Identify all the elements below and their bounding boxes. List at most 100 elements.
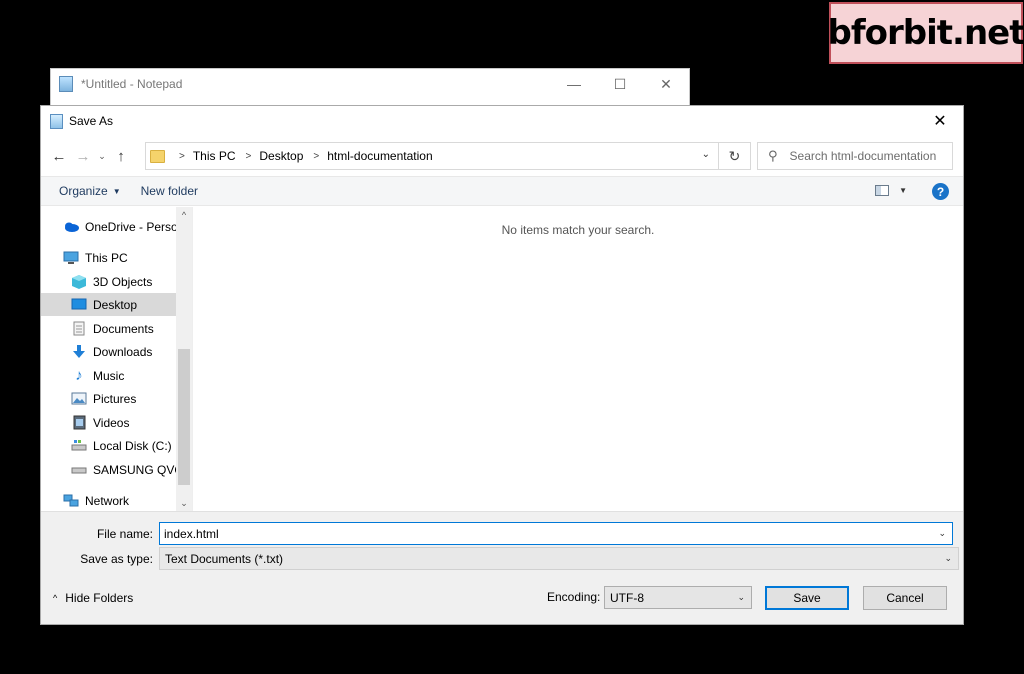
- dialog-titlebar: Save As ✕: [41, 106, 963, 136]
- savetype-row: Save as type: Text Documents (*.txt) ⌄: [41, 547, 959, 570]
- empty-message: No items match your search.: [501, 223, 655, 237]
- notepad-maximize-button[interactable]: ☐: [597, 69, 643, 99]
- sidebar-item-label: This PC: [85, 250, 128, 265]
- file-fields: File name: ⌄ Save as type: Text Document…: [41, 511, 963, 571]
- back-button[interactable]: ←: [47, 144, 71, 168]
- chevron-right-icon[interactable]: >: [313, 151, 319, 162]
- filename-label: File name:: [96, 526, 153, 541]
- breadcrumb: > This PC > Desktop > html-documentation: [173, 149, 433, 163]
- sidebar-item-label: Music: [93, 368, 125, 383]
- filename-input[interactable]: [160, 526, 920, 541]
- sidebar-item-label: Downloads: [93, 344, 153, 359]
- notepad-minimize-button[interactable]: —: [551, 69, 597, 99]
- savetype-label: Save as type:: [80, 551, 153, 566]
- sidebar-item-local-disk[interactable]: Local Disk (C:): [41, 434, 177, 457]
- help-icon[interactable]: ?: [932, 183, 949, 200]
- breadcrumb-html-documentation[interactable]: html-documentation: [327, 149, 432, 163]
- search-icon: ⚲: [768, 148, 778, 163]
- search-input[interactable]: [789, 149, 940, 163]
- organize-button[interactable]: Organize ▼: [49, 184, 131, 198]
- sidebar-item-label: Desktop: [93, 297, 138, 312]
- sidebar-item-label: Videos: [93, 415, 130, 430]
- save-as-icon: [50, 113, 63, 129]
- refresh-button[interactable]: ↻: [718, 143, 750, 169]
- encoding-value: UTF-8: [610, 590, 644, 605]
- sidebar-item-documents[interactable]: Documents: [41, 317, 177, 340]
- sidebar-item-music[interactable]: ♪ Music: [41, 364, 177, 387]
- network-icon: [63, 494, 79, 508]
- sidebar-item-label: Pictures: [93, 391, 137, 406]
- save-as-dialog: Save As ✕ ← → ⌄ ↑ > This PC > Desktop > …: [40, 105, 964, 625]
- cloud-icon: [63, 220, 79, 234]
- chevron-up-icon: ^: [53, 593, 58, 603]
- sidebar-item-label: SAMSUNG QVO: [93, 462, 177, 477]
- scrollbar-thumb[interactable]: [178, 349, 190, 485]
- hide-folders-label: Hide Folders: [65, 591, 134, 605]
- chevron-down-icon: ⌄: [737, 592, 745, 602]
- watermark-text: bforbit.net: [827, 13, 1024, 53]
- sidebar-item-label: OneDrive - Personal: [85, 219, 179, 234]
- chevron-right-icon[interactable]: >: [246, 151, 252, 162]
- view-icon: [875, 185, 890, 196]
- sidebar-item-label: Documents: [93, 321, 154, 336]
- breadcrumb-desktop[interactable]: Desktop: [259, 149, 303, 163]
- dialog-footer: ^ Hide Folders Encoding: UTF-8 ⌄ Save Ca…: [41, 571, 963, 624]
- music-icon: ♪: [75, 367, 83, 384]
- notepad-close-button[interactable]: ✕: [643, 69, 689, 99]
- sidebar-item-downloads[interactable]: Downloads: [41, 340, 177, 363]
- computer-icon: [63, 251, 79, 265]
- sidebar-item-desktop[interactable]: Desktop: [41, 293, 177, 316]
- sidebar-item-label: Local Disk (C:): [93, 438, 172, 453]
- scroll-up-icon[interactable]: ^: [176, 207, 192, 223]
- organize-label: Organize: [59, 184, 108, 198]
- drive-icon: [71, 463, 87, 477]
- savetype-select[interactable]: Text Documents (*.txt) ⌄: [159, 547, 959, 570]
- watermark: bforbit.net: [827, 2, 1024, 64]
- notepad-window: *Untitled - Notepad — ☐ ✕: [50, 68, 690, 110]
- breadcrumb-this-pc[interactable]: This PC: [193, 149, 236, 163]
- sidebar-item-onedrive[interactable]: OneDrive - Personal: [63, 215, 179, 238]
- filename-row: File name: ⌄: [41, 522, 953, 545]
- document-icon: [71, 321, 87, 336]
- encoding-label: Encoding:: [547, 590, 601, 604]
- chevron-right-icon[interactable]: >: [179, 151, 185, 162]
- chevron-down-icon[interactable]: ⌄: [938, 528, 946, 539]
- cube-icon: [71, 274, 87, 289]
- caret-down-icon: ▼: [899, 186, 907, 195]
- recent-locations-button[interactable]: ⌄: [95, 144, 109, 168]
- encoding-select[interactable]: UTF-8 ⌄: [604, 586, 752, 609]
- download-icon: [71, 345, 87, 359]
- file-list[interactable]: No items match your search.: [193, 207, 963, 511]
- address-bar[interactable]: > This PC > Desktop > html-documentation…: [145, 142, 751, 170]
- forward-button[interactable]: →: [71, 144, 95, 168]
- sidebar-item-pictures[interactable]: Pictures: [41, 387, 177, 410]
- savetype-value: Text Documents (*.txt): [165, 551, 284, 566]
- up-button[interactable]: ↑: [109, 144, 133, 168]
- navigation-scrollbar[interactable]: ^ ⌄: [176, 207, 192, 511]
- dialog-title: Save As: [69, 114, 114, 128]
- dialog-close-button[interactable]: ✕: [917, 106, 963, 136]
- notepad-icon: [59, 76, 73, 92]
- picture-icon: [71, 392, 87, 406]
- sidebar-item-label: 3D Objects: [93, 274, 153, 289]
- filename-field[interactable]: ⌄: [159, 522, 953, 545]
- cancel-button[interactable]: Cancel: [863, 586, 947, 610]
- navigation-bar: ← → ⌄ ↑ > This PC > Desktop > html-docum…: [41, 136, 963, 176]
- hide-folders-button[interactable]: ^ Hide Folders: [53, 591, 133, 605]
- sidebar-item-samsung-qvo[interactable]: SAMSUNG QVO: [41, 458, 177, 481]
- chevron-down-icon[interactable]: ⌄: [944, 553, 952, 564]
- sidebar-item-videos[interactable]: Videos: [41, 411, 177, 434]
- save-button[interactable]: Save: [765, 586, 849, 610]
- dialog-body: OneDrive - Personal This PC 3D Objects D…: [41, 207, 963, 511]
- sidebar-item-3d-objects[interactable]: 3D Objects: [41, 270, 177, 293]
- change-view-button[interactable]: ▼: [875, 185, 907, 196]
- new-folder-button[interactable]: New folder: [131, 184, 208, 198]
- notepad-title: *Untitled - Notepad: [81, 77, 183, 91]
- caret-down-icon: ▼: [112, 186, 121, 196]
- command-bar: Organize ▼ New folder ▼ ?: [41, 176, 963, 206]
- scroll-down-icon[interactable]: ⌄: [176, 495, 192, 511]
- desktop-icon: [71, 298, 87, 312]
- address-dropdown-icon[interactable]: ⌄: [702, 149, 710, 160]
- disk-icon: [71, 439, 87, 453]
- search-box[interactable]: ⚲: [757, 142, 953, 170]
